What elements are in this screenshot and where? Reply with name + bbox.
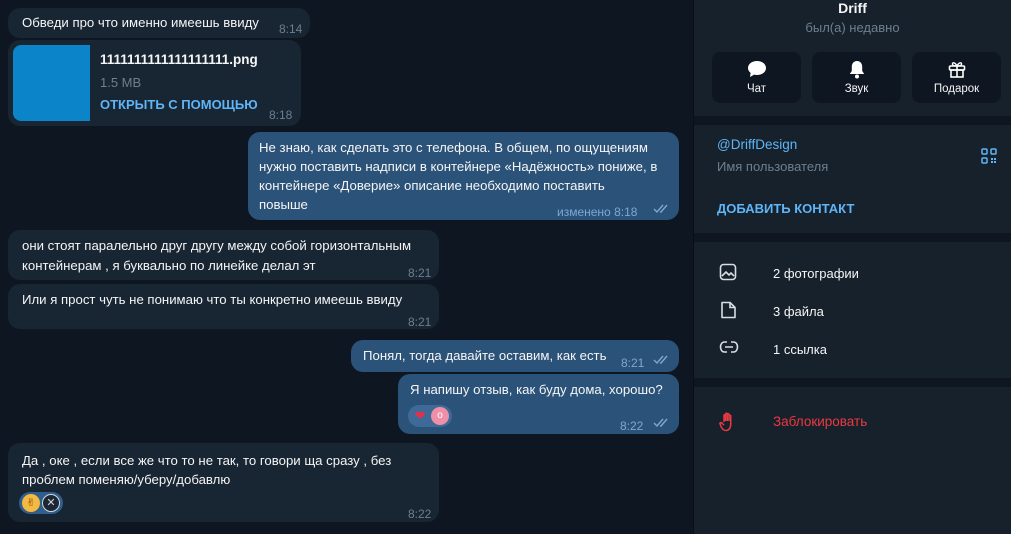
file-name: 1111111111111111111.png xyxy=(100,52,258,67)
chat-button[interactable]: Чат xyxy=(712,52,801,103)
section-divider xyxy=(694,233,1011,242)
photos-item[interactable]: 2 фотографии xyxy=(773,266,859,281)
message-line: проблем поменяю/уберу/добавлю xyxy=(22,472,231,487)
message-line: Да , оке , если все же что то не так, то… xyxy=(22,453,392,468)
reactions[interactable]: ✌ ✕ xyxy=(19,492,63,514)
double-check-icon xyxy=(653,355,668,365)
username-link[interactable]: @DriffDesign xyxy=(717,137,797,152)
message-incoming[interactable]: Или я прост чуть не понимаю что ты конкр… xyxy=(8,284,439,329)
message-incoming[interactable]: они стоят паралельно друг другу между со… xyxy=(8,230,439,280)
sound-button-label: Звук xyxy=(844,83,869,95)
reactions[interactable]: ❤ o xyxy=(408,405,452,427)
reaction-chip[interactable]: ❤ o xyxy=(408,405,452,427)
files-item[interactable]: 3 файла xyxy=(773,304,824,319)
block-hand-icon xyxy=(719,412,737,437)
chat-area: Обведи про что именно имеешь ввиду 8:14 … xyxy=(0,0,693,534)
message-time: 8:21 xyxy=(408,315,432,329)
message-time: 8:21 xyxy=(621,356,645,370)
message-time: 8:18 xyxy=(269,108,293,122)
ok-hand-icon: ✌ xyxy=(22,494,40,512)
gift-icon xyxy=(912,60,1001,78)
block-user-button[interactable]: Заблокировать xyxy=(773,414,867,429)
chat-button-label: Чат xyxy=(746,83,767,95)
file-icon xyxy=(719,301,737,324)
section-divider xyxy=(694,378,1011,387)
heart-icon: ❤ xyxy=(414,408,426,423)
message-time: 8:22 xyxy=(620,419,644,433)
message-line: контейнерам , я буквально по линейке дел… xyxy=(22,258,316,273)
message-text: Я напишу отзыв, как буду дома, хорошо? xyxy=(410,382,663,397)
message-outgoing[interactable]: Понял, тогда давайте оставим, как есть 8… xyxy=(351,340,679,372)
links-item[interactable]: 1 ссылка xyxy=(773,342,827,357)
message-text: Понял, тогда давайте оставим, как есть xyxy=(363,348,607,363)
profile-name: Driff xyxy=(838,0,867,16)
section-divider xyxy=(694,116,1011,125)
message-incoming[interactable]: Да , оке , если все же что то не так, то… xyxy=(8,443,439,522)
message-text: Или я прост чуть не понимаю что ты конкр… xyxy=(22,292,403,307)
double-check-icon xyxy=(653,204,668,214)
message-outgoing[interactable]: Я напишу отзыв, как буду дома, хорошо? ❤… xyxy=(398,374,679,434)
username-label: Имя пользователя xyxy=(717,159,829,174)
message-time: 8:22 xyxy=(408,507,432,521)
gift-button-label: Подарок xyxy=(933,83,980,95)
message-line: контейнере «Доверие» описание необходимо… xyxy=(259,178,605,193)
open-with-button[interactable]: ОТКРЫТЬ С ПОМОЩЬЮ xyxy=(100,95,258,115)
message-time: 8:21 xyxy=(408,266,432,280)
reaction-chip[interactable]: ✌ ✕ xyxy=(19,492,63,514)
file-message[interactable]: 1111111111111111111.png 1.5 MB ОТКРЫТЬ С… xyxy=(8,40,301,126)
message-line: нужно поставить надписи в контейнере «На… xyxy=(259,159,658,174)
message-line: повыше xyxy=(259,197,308,212)
link-icon xyxy=(719,340,739,359)
double-check-icon xyxy=(653,418,668,428)
message-line: Не знаю, как сделать это с телефона. В о… xyxy=(259,140,648,155)
profile-status: был(а) недавно xyxy=(805,20,900,35)
photo-icon xyxy=(719,263,737,286)
file-size: 1.5 MB xyxy=(100,75,142,90)
qr-code-icon[interactable] xyxy=(981,148,997,169)
gift-button[interactable]: Подарок xyxy=(912,52,1001,103)
avatar: ✕ xyxy=(42,494,60,512)
add-contact-button[interactable]: ДОБАВИТЬ КОНТАКТ xyxy=(717,201,854,216)
chat-icon xyxy=(712,60,801,78)
message-incoming[interactable]: Обведи про что именно имеешь ввиду 8:14 xyxy=(8,8,310,38)
profile-panel: Driff был(а) недавно Чат Звук Подарок @D… xyxy=(694,0,1011,534)
message-time: изменено 8:18 xyxy=(557,205,638,219)
file-thumbnail[interactable] xyxy=(13,45,90,121)
message-text: Обведи про что именно имеешь ввиду xyxy=(22,15,259,30)
message-outgoing[interactable]: Не знаю, как сделать это с телефона. В о… xyxy=(248,132,679,220)
message-line: они стоят паралельно друг другу между со… xyxy=(22,238,412,253)
bell-icon xyxy=(812,60,901,79)
message-time: 8:14 xyxy=(279,22,303,36)
sound-button[interactable]: Звук xyxy=(812,52,901,103)
avatar: o xyxy=(431,407,449,425)
